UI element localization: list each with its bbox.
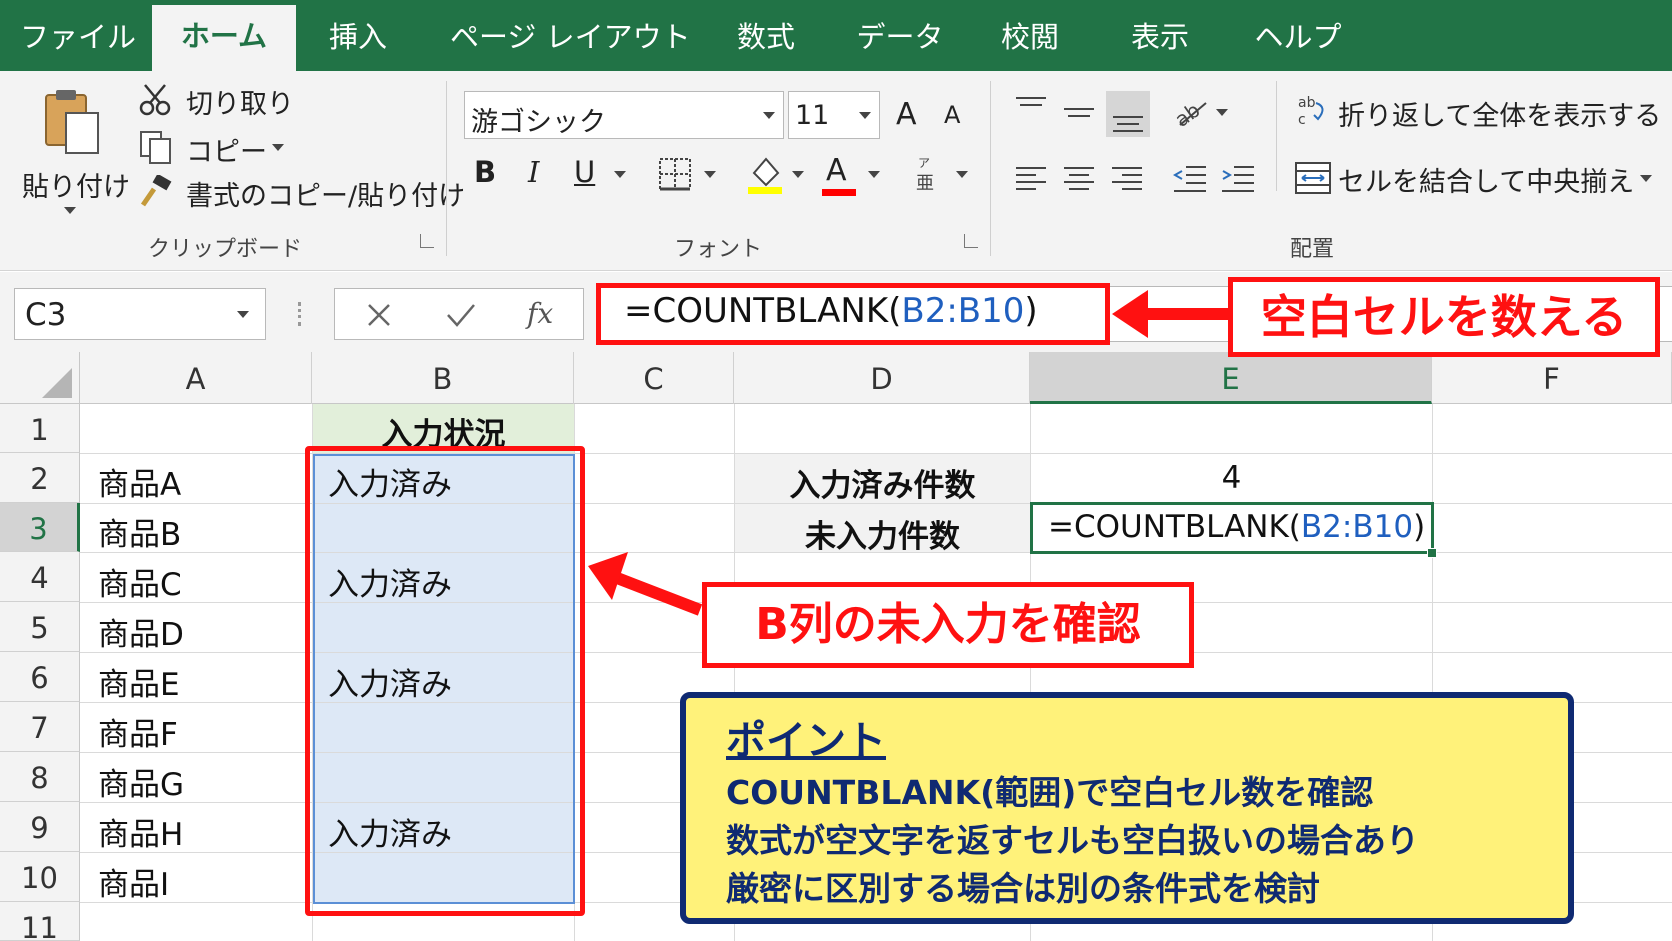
point-box: ポイント COUNTBLANK(範囲)で空白セル数を確認 数式が空文字を返すセル…: [680, 692, 1574, 924]
callout-count-blank: 空白セルを数える: [1228, 277, 1660, 357]
point-title: ポイント: [726, 718, 886, 764]
excel-window: { "tabs": ["ファイル","ホーム","挿入","ページ レイアウト"…: [0, 0, 1672, 941]
callout-check-column: B列の未入力を確認: [702, 582, 1194, 668]
arrow-to-formula: [1112, 290, 1228, 338]
point-line-2: 数式が空文字を返すセルも空白扱いの場合あり: [726, 821, 1419, 860]
arrow-to-range: [588, 552, 703, 616]
point-line-1: COUNTBLANK(範囲)で空白セル数を確認: [726, 773, 1374, 812]
point-line-3: 厳密に区別する場合は別の条件式を検討: [726, 869, 1320, 908]
